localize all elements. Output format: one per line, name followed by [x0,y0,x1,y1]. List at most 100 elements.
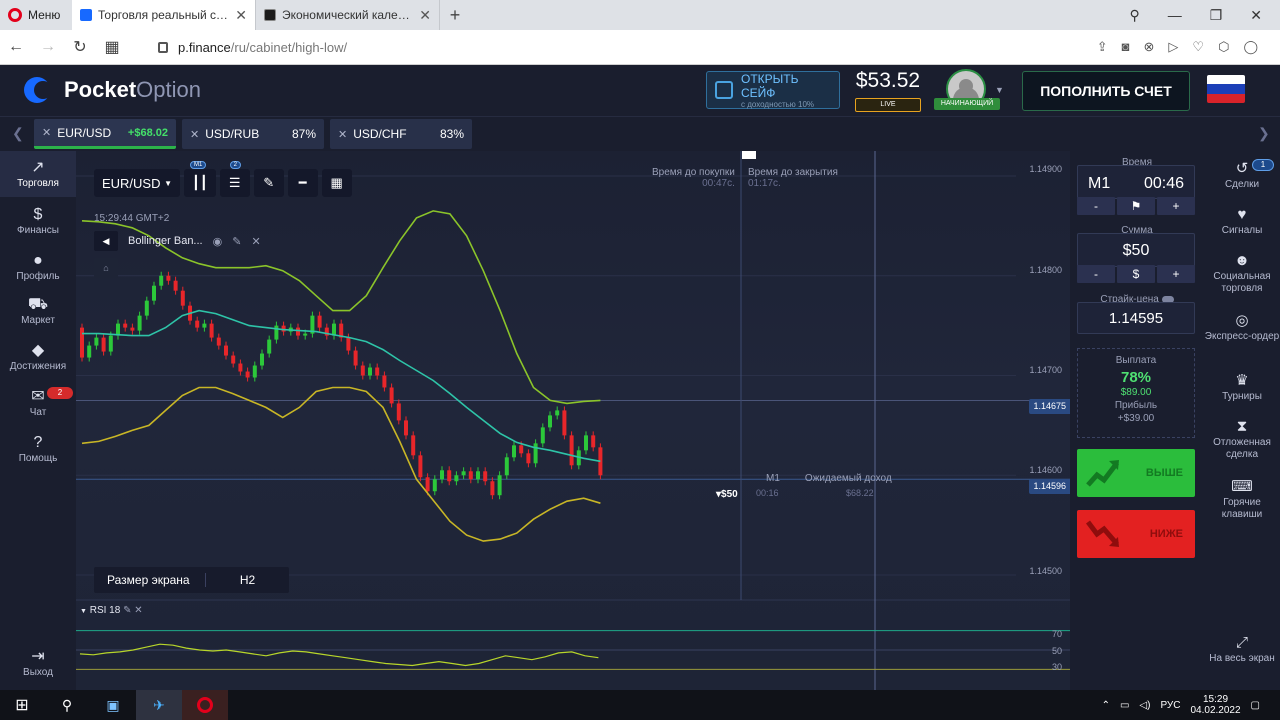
forward-arrow-icon[interactable]: → [32,38,64,56]
opera-menu-button[interactable]: Меню [0,0,72,30]
buy-lower-button[interactable]: НИЖЕ [1077,510,1195,558]
candle-body [245,371,250,378]
nav-chat[interactable]: ✉ Чат 2 [0,387,76,418]
minimize-icon[interactable]: — [1168,7,1182,24]
tray-clock[interactable]: 15:29 04.02.2022 [1190,694,1240,716]
remove-indicator-icon[interactable]: ✕ [251,235,260,248]
back-arrow-icon[interactable]: ← [0,38,32,56]
strike-price-field[interactable]: 1.14595 [1077,302,1195,334]
asset-tab-usdrub[interactable]: ✕ USD/RUB 87% [182,119,324,149]
asset-tab-usdchf[interactable]: ✕ USD/CHF 83% [330,119,472,149]
asset-tab-eurusd[interactable]: ✕ EUR/USD +$68.02 [34,119,176,149]
logo[interactable]: PocketOption [24,77,201,103]
amount-currency-button[interactable]: $ [1117,265,1155,283]
url-field[interactable]: p.finance/ru/cabinet/high-low/ [158,40,347,55]
reload-icon[interactable]: ↻ [64,37,96,57]
taskbar-telegram-icon[interactable]: ✈ [136,690,182,720]
asset-tabs-prev-icon[interactable]: ❮ [12,125,24,142]
tray-network-icon[interactable]: ▭ [1120,700,1129,711]
browser-tab-calendar[interactable]: Экономический календарь ✕ [256,0,440,30]
eye-icon[interactable]: ◉ [213,235,223,248]
share-icon[interactable]: ⇪ [1097,39,1108,55]
purchase-time: 00:47с. [702,178,735,189]
time-flag-button[interactable]: ⚑ [1117,197,1155,215]
tray-volume-icon[interactable]: ◁) [1139,700,1150,711]
screen-size-selector[interactable]: Размер экрана H2 [94,567,289,593]
time-minus-button[interactable]: - [1077,197,1115,215]
user-menu[interactable]: НАЧИНАЮЩИЙ ▼ [934,69,1006,113]
nav-trading[interactable]: ↗ Торговля [0,151,76,197]
price-chart[interactable]: EUR/USD ▼ ┃┃ M1 ☰ 2 ✎ ━ ▦ 15:29:44 GMT+2… [76,151,1070,690]
open-trade-timeframe: M1 [766,473,780,484]
amount-field[interactable]: $50 [1077,233,1195,267]
buy-higher-button[interactable]: ВЫШЕ [1077,449,1195,497]
player-icon[interactable]: ▷ [1168,39,1178,55]
restore-icon[interactable]: ❐ [1210,7,1223,24]
pair-selector[interactable]: EUR/USD ▼ [94,169,180,197]
profile-icon[interactable]: ◯ [1243,39,1258,55]
time-plus-button[interactable]: + [1157,197,1195,215]
nav-tournaments[interactable]: ♛ Турниры [1204,371,1280,403]
language-flag-icon[interactable] [1207,75,1245,103]
candle-body [166,275,171,281]
balance-widget[interactable]: $53.52 LIVE [852,69,924,112]
time-field[interactable]: M1 00:46 [1077,165,1195,199]
notifications-icon[interactable]: ▢ [1251,700,1260,711]
close-icon[interactable]: ✕ [190,128,199,141]
browser-tab-trading[interactable]: Торговля реальный счет ✕ [72,0,256,30]
edit-icon[interactable]: ✎ [232,235,241,248]
taskbar-search-icon[interactable]: ⚲ [44,690,90,720]
close-icon[interactable]: ✕ [42,126,51,139]
tray-chevron-up-icon[interactable]: ⌃ [1102,700,1110,711]
nav-market[interactable]: ⛟ Маркет [0,295,76,326]
nav-deals[interactable]: ↺ Сделки 1 [1204,159,1280,191]
nav-signals[interactable]: ♥ Сигналы [1204,205,1280,237]
taskbar-explorer-icon[interactable]: ▣ [90,690,136,720]
new-tab-button[interactable]: + [440,5,470,26]
taskbar-opera-icon[interactable] [182,690,228,720]
asset-tabs-next-icon[interactable]: ❯ [1258,125,1270,142]
close-window-icon[interactable]: ✕ [1250,7,1262,24]
nav-social-trading[interactable]: ☻ Социальная торговля [1204,251,1280,295]
open-trade-marker[interactable]: ▾$50 [716,489,738,500]
nav-exit[interactable]: ⇥ Выход [0,647,76,678]
drawing-tool-button[interactable]: ✎ [253,169,284,197]
tabs-grid-icon[interactable]: ▦ [96,37,128,57]
lock-icon[interactable]: ⌂ [94,258,118,278]
candle-body [569,435,574,466]
box-icon[interactable]: ⬡ [1218,39,1229,55]
nav-finance[interactable]: $ Финансы [0,205,76,236]
remove-indicator-icon[interactable]: ✕ [134,605,142,616]
indicators-button[interactable]: ☰ 2 [219,161,250,197]
collapse-indicators-button[interactable]: ◀ [94,231,118,251]
amount-minus-button[interactable]: - [1077,265,1115,283]
chevron-down-icon[interactable]: ▼ [80,608,87,615]
amount-plus-button[interactable]: + [1157,265,1195,283]
nav-pending-trade[interactable]: ⧗ Отложенная сделка [1204,417,1280,461]
pocket-option-logo-icon [24,77,56,103]
candle-body [202,323,207,328]
nav-profile[interactable]: ● Профиль [0,251,76,282]
nav-help[interactable]: ? Помощь [0,433,76,464]
line-tool-button[interactable]: ━ [287,169,318,197]
nav-express-order[interactable]: ◎ Экспресс-ордер [1204,311,1280,343]
camera-icon[interactable]: ◙ [1122,39,1130,55]
nav-achievements[interactable]: ◆ Достижения [0,341,76,372]
windows-start-icon[interactable]: ⊞ [0,695,44,715]
open-safe-button[interactable]: ОТКРЫТЬ СЕЙФ с доходностью 10% [706,71,840,109]
close-tab-icon[interactable]: ✕ [235,7,247,24]
deposit-button[interactable]: ПОПОЛНИТЬ СЧЕТ [1022,71,1190,111]
timeframe-button[interactable]: ┃┃ M1 [184,161,216,197]
layout-button[interactable]: ▦ [321,169,352,197]
candle-body [130,327,135,331]
close-tab-icon[interactable]: ✕ [419,7,431,24]
tray-language[interactable]: РУС [1160,700,1180,711]
edit-icon[interactable]: ✎ [123,605,131,616]
close-label: Время до закрытия [748,167,838,178]
close-icon[interactable]: ✕ [338,128,347,141]
heart-icon[interactable]: ♡ [1192,39,1204,55]
nav-hotkeys[interactable]: ⌨ Горячие клавиши [1204,477,1280,521]
browser-search-icon[interactable]: ⚲ [1129,7,1139,24]
adblock-icon[interactable]: ⊗ [1144,39,1155,55]
fullscreen-button[interactable]: ⤢ На весь экран [1204,633,1280,665]
